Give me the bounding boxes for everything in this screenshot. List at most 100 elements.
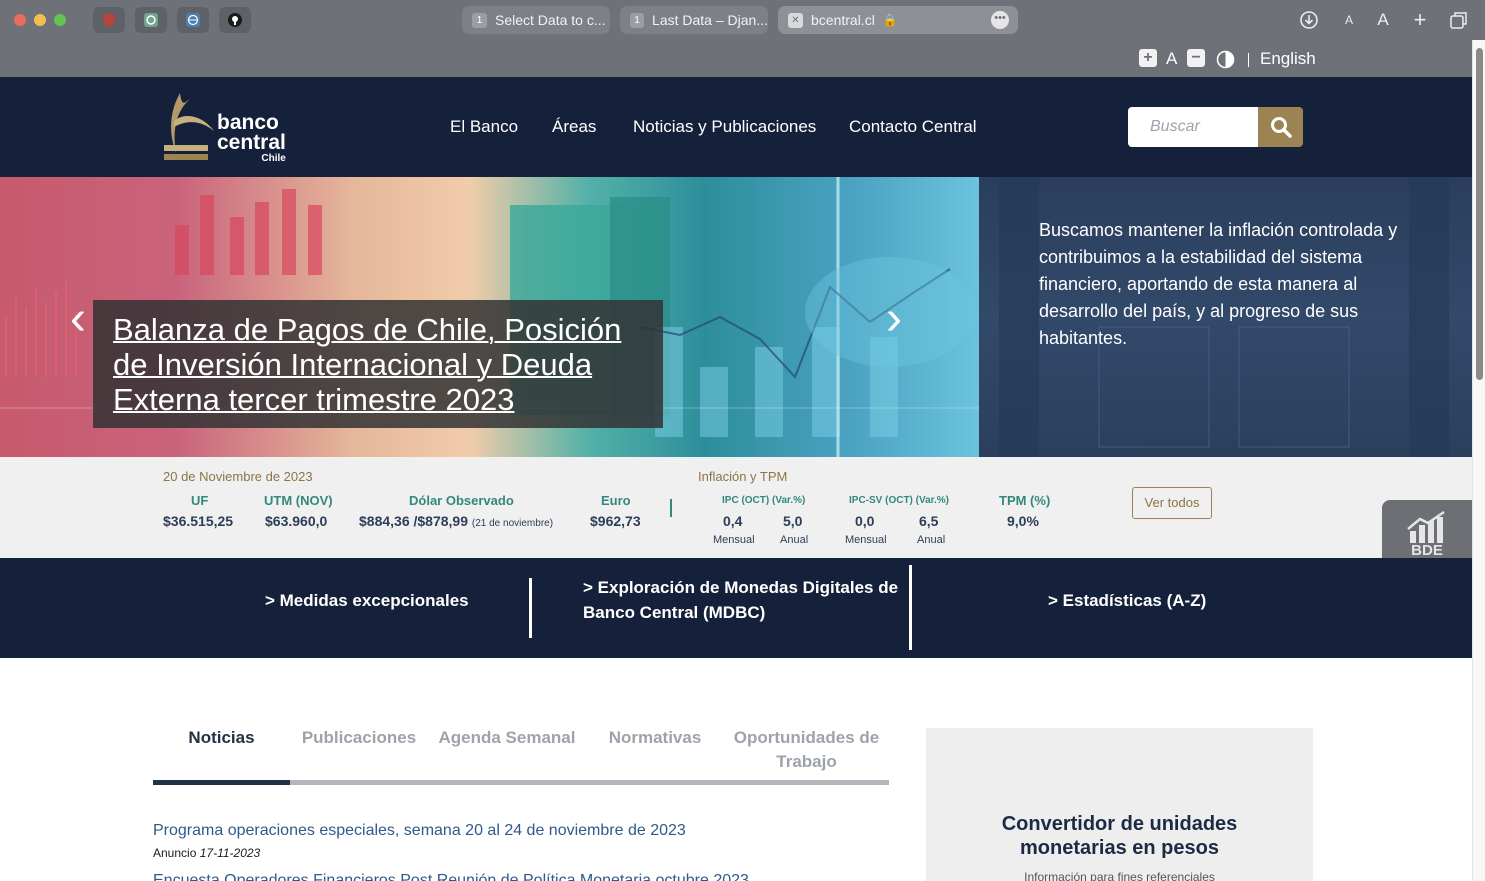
nav-el-banco[interactable]: El Banco [450,117,518,137]
news-item-meta: Anuncio 17-11-2023 [153,846,260,860]
logo-mark [164,93,214,160]
text-smaller-icon[interactable]: A [1337,8,1361,32]
news-type: Anuncio [153,846,197,860]
link-monedas-digitales[interactable]: > Exploración de Monedas Digitales de Ba… [583,575,898,625]
mission-statement: Buscamos mantener la inflación controlad… [1039,220,1398,348]
zoom-window-button[interactable] [54,14,66,26]
close-window-button[interactable] [14,14,26,26]
carousel-prev-arrow[interactable]: ‹ [70,295,86,343]
tab-group-count: 1 [472,12,487,28]
dollar-value: $884,36 /$878,99 [359,513,468,529]
ipcsv-mensual-value: 0,0 [855,513,875,529]
tab-overview-icon[interactable] [1447,8,1471,32]
shield-icon[interactable] [93,7,125,33]
tpm-label: TPM (%) [999,493,1051,508]
browser-tab-active[interactable]: ✕ bcentral.cl 🔒 ••• [778,6,1018,34]
separator [1248,53,1249,67]
quick-links-bar: > Medidas excepcionales > Exploración de… [0,558,1472,658]
caption-mensual: Mensual [713,534,755,546]
lock-icon: 🔒 [882,13,898,27]
ipc-anual-value: 5,0 [783,513,803,529]
nav-areas[interactable]: Áreas [552,117,596,137]
indicator-value: $36.515,25 [163,513,234,529]
link-estadisticas[interactable]: > Estadísticas (A-Z) [1048,588,1206,613]
ipcsv-label: IPC-SV (OCT) (Var.%) [849,495,950,506]
inflation-title: Inflación y TPM [698,469,788,484]
tab-group-count: 1 [630,12,645,28]
tab-noticias[interactable]: Noticias [153,726,290,750]
github-icon[interactable] [219,7,251,33]
page: 1 Select Data to c... 1 Last Data – Djan… [0,0,1485,881]
economic-indicators: 20 de Noviembre de 2023 UF $36.515,25 UT… [0,457,1472,558]
minimize-window-button[interactable] [34,14,46,26]
news-item-title[interactable]: Programa operaciones especiales, semana … [153,822,686,840]
indicator-label: UF [191,493,209,508]
dollar-note: (21 de noviembre) [471,518,554,529]
download-icon[interactable] [1297,8,1321,32]
ipc-label: IPC (OCT) (Var.%) [722,495,806,506]
converter-title: Convertidor de unidades monetarias en pe… [1001,813,1238,859]
tab-publicaciones[interactable]: Publicaciones [297,726,421,750]
language-link[interactable]: English [1260,49,1316,69]
logo[interactable]: banco central Chile [160,91,300,164]
tab-normativas[interactable]: Normativas [598,726,712,750]
browser-toolbar: 1 Select Data to c... 1 Last Data – Djan… [0,0,1485,40]
page-scrollbar[interactable] [1472,40,1485,881]
news-date: 17-11-2023 [199,846,261,860]
caption-anual: Anual [780,534,809,546]
contrast-icon[interactable] [1216,50,1235,69]
nav-contacto-central[interactable]: Contacto Central [849,117,977,137]
tab-title: Last Data – Djan... [652,12,768,28]
tab-active-indicator [153,780,290,785]
browser-tab[interactable]: 1 Last Data – Djan... [620,6,768,34]
hero-slide-link[interactable]: Balanza de Pagos de Chile, Posición de I… [113,312,643,417]
caption-anual: Anual [917,534,946,546]
statistics-chart-icon [1407,510,1445,543]
search-button[interactable] [1258,107,1303,147]
news-item-title[interactable]: Encuesta Operadores Financieros Post Reu… [153,872,749,881]
divider [670,499,672,517]
tab-oportunidades-trabajo[interactable]: Oportunidades de Trabajo [726,726,887,774]
indicator-label: UTM (NOV) [264,493,333,508]
mission-panel: Buscamos mantener la inflación controlad… [979,177,1472,457]
indicator-label: Euro [601,493,631,508]
indicator-value: $962,73 [590,513,641,529]
ipcsv-anual-value: 6,5 [919,513,939,529]
currency-converter-panel: Convertidor de unidades monetarias en pe… [926,728,1313,881]
browser-tab[interactable]: 1 Select Data to c... [462,6,610,34]
nav-noticias-publicaciones[interactable]: Noticias y Publicaciones [633,117,816,137]
search-icon [1270,117,1292,138]
divider [909,565,912,650]
accessibility-bar: + A − English [0,40,1472,77]
tab-title: Select Data to c... [495,12,606,28]
ver-todos-button[interactable]: Ver todos [1132,487,1212,519]
converter-subtitle: Información para fines referenciales [1024,870,1215,881]
font-size-label: A [1166,49,1178,68]
more-options-icon[interactable]: ••• [991,11,1009,29]
bde-label: BDE [1411,541,1443,559]
indicator-label: Dólar Observado [409,493,514,508]
logo-wordmark: banco central Chile [217,111,286,164]
tab-title: bcentral.cl [811,12,875,28]
new-tab-icon[interactable]: + [1408,7,1432,32]
indicator-value: $884,36 /$878,99 (21 de noviembre) [359,513,553,529]
chatgpt-icon[interactable] [135,7,167,33]
scrollbar-thumb[interactable] [1476,48,1483,380]
indicators-date: 20 de Noviembre de 2023 [163,469,313,484]
search-input[interactable]: Buscar [1128,107,1258,147]
globe-icon[interactable] [177,7,209,33]
hero-caption: Balanza de Pagos de Chile, Posición de I… [93,300,663,428]
ipc-mensual-value: 0,4 [723,513,743,529]
font-decrease-button[interactable]: − [1187,49,1205,67]
text-larger-icon[interactable]: A [1371,8,1395,32]
carousel-next-arrow[interactable]: › [886,295,902,343]
indicator-value: $63.960,0 [265,513,328,529]
link-medidas-excepcionales[interactable]: > Medidas excepcionales [265,588,469,613]
hero-carousel: ‹ › Balanza de Pagos de Chile, Posición … [0,177,979,457]
site-header: banco central Chile El Banco Áreas Notic… [0,77,1472,177]
close-tab-icon[interactable]: ✕ [788,12,803,28]
font-increase-button[interactable]: + [1139,49,1157,67]
divider [529,578,532,638]
tpm-value: 9,0% [1007,513,1039,529]
tab-agenda-semanal[interactable]: Agenda Semanal [436,726,578,750]
